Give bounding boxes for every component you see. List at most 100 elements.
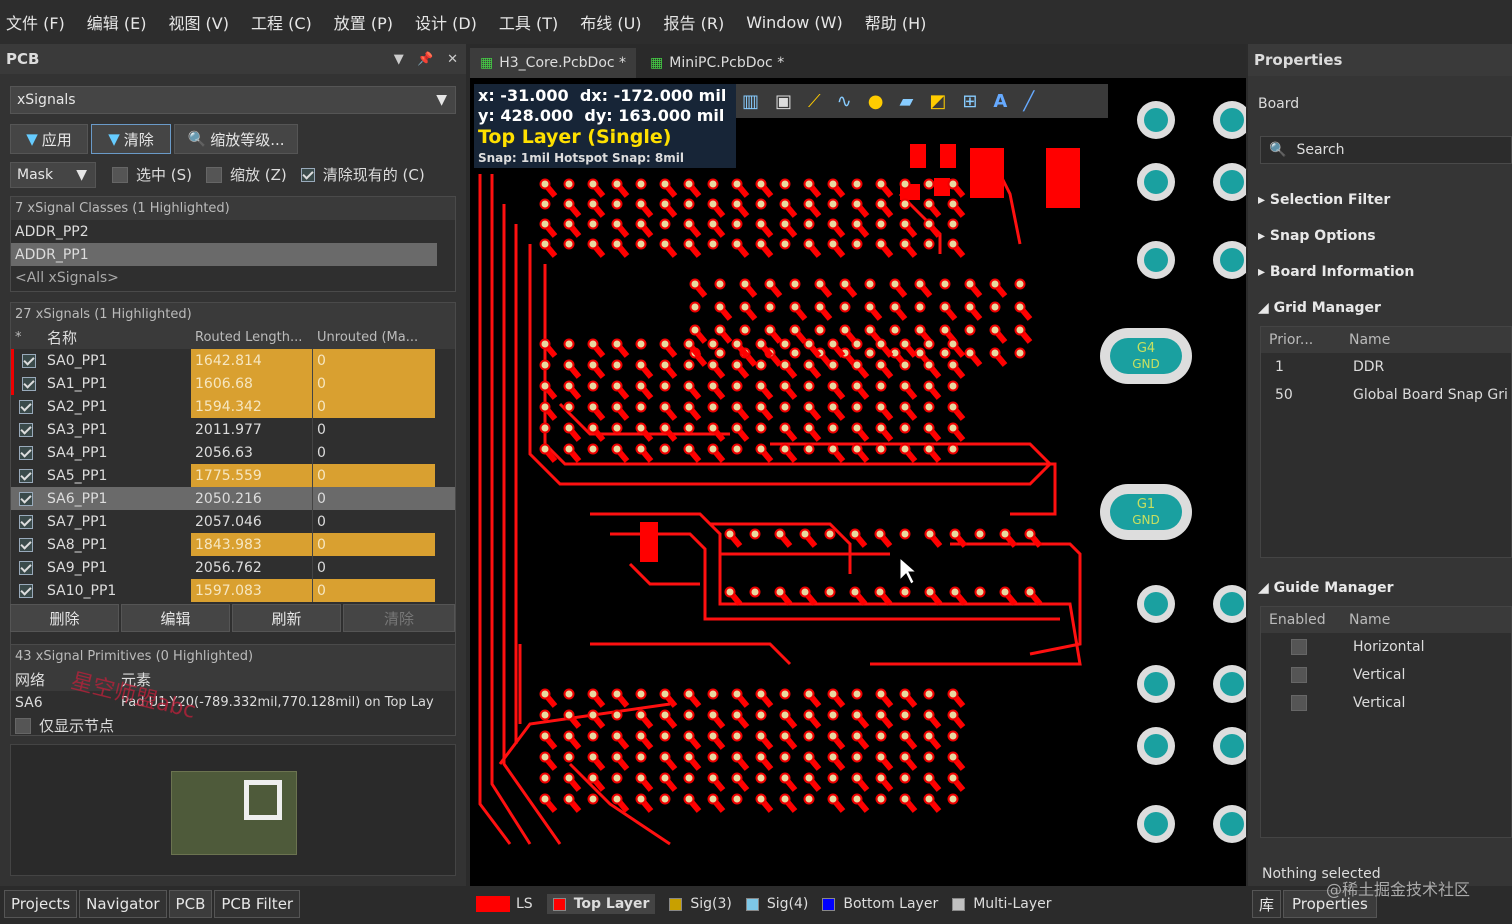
signal-row[interactable]: SA2_PP1 1594.342 0 <box>11 395 455 418</box>
selection-filter-section[interactable]: ▸ Selection Filter <box>1248 182 1390 218</box>
route-icon[interactable]: ⟋ <box>808 91 821 112</box>
menu-tools[interactable]: 工具 (T) <box>499 10 558 34</box>
signal-visible-checkbox[interactable] <box>22 353 36 368</box>
snap-options-section[interactable]: ▸ Snap Options <box>1248 218 1376 254</box>
col-routed[interactable]: Routed Length... <box>191 326 313 349</box>
class-item-selected[interactable]: ADDR_PP1 <box>11 243 437 266</box>
fill-icon[interactable]: ▰ <box>899 91 913 112</box>
col-name[interactable]: 名称 <box>43 326 191 349</box>
menu-view[interactable]: 视图 (V) <box>168 10 229 34</box>
tab-projects[interactable]: Projects <box>4 890 78 918</box>
signal-visible-checkbox[interactable] <box>19 491 33 506</box>
line-draw-icon[interactable]: ╱ <box>1023 91 1034 112</box>
signal-row[interactable]: SA4_PP1 2056.63 0 <box>11 441 455 464</box>
guide-enabled-checkbox[interactable] <box>1291 667 1307 683</box>
signal-row[interactable]: SA6_PP1 2050.216 0 <box>11 487 455 510</box>
guide-enabled-checkbox[interactable] <box>1291 639 1307 655</box>
signal-visible-checkbox[interactable] <box>19 468 33 483</box>
layer-tab-sig3[interactable]: Sig(3) <box>669 896 732 912</box>
dimension-icon[interactable]: ⊞ <box>962 91 977 112</box>
class-item[interactable]: ADDR_PP2 <box>11 220 455 243</box>
menu-design[interactable]: 设计 (D) <box>415 10 477 34</box>
clear-existing-checkbox[interactable] <box>300 167 315 182</box>
grid-col-name[interactable]: Name <box>1341 327 1501 353</box>
signal-row[interactable]: SA9_PP1 2056.762 0 <box>11 556 455 579</box>
tab-pcb[interactable]: PCB <box>168 890 213 918</box>
show-nodes-checkbox[interactable] <box>15 717 31 734</box>
dropdown-icon[interactable]: ▼ <box>394 52 404 67</box>
signal-visible-checkbox[interactable] <box>19 445 33 460</box>
edit-button[interactable]: 编辑 <box>121 604 230 632</box>
ls-button[interactable]: LS <box>516 896 533 912</box>
layer-tab-multi[interactable]: Multi-Layer <box>952 896 1052 912</box>
diff-pair-icon[interactable]: ∿ <box>837 91 852 112</box>
menu-reports[interactable]: 报告 (R) <box>664 10 725 34</box>
tab-navigator[interactable]: Navigator <box>79 890 167 918</box>
line-icon[interactable]: ◩ <box>929 91 946 112</box>
tab-minipc[interactable]: ▦ MiniPC.PcbDoc * <box>640 48 794 78</box>
refresh-button[interactable]: 刷新 <box>232 604 341 632</box>
signal-visible-checkbox[interactable] <box>19 514 33 529</box>
pcb-canvas[interactable]: G4 GND G1 GND <box>470 44 1246 886</box>
guide-enabled-checkbox[interactable] <box>1291 695 1307 711</box>
clear2-button[interactable]: 清除 <box>343 604 455 632</box>
clear-button[interactable]: ▼ 清除 <box>91 124 171 154</box>
pcb-drawing[interactable]: G4GNDG1GND <box>470 44 1246 886</box>
signal-row[interactable]: SA0_PP1 1642.814 0 <box>11 349 455 372</box>
current-layer-swatch[interactable] <box>476 896 510 912</box>
grid-col-prior[interactable]: Prior... <box>1261 327 1341 353</box>
class-item[interactable]: <All xSignals> <box>11 266 455 289</box>
menu-place[interactable]: 放置 (P) <box>334 10 393 34</box>
text-icon[interactable]: A <box>993 91 1007 112</box>
guide-col-enabled[interactable]: Enabled <box>1261 607 1341 633</box>
signal-visible-checkbox[interactable] <box>19 422 33 437</box>
signal-visible-checkbox[interactable] <box>22 376 36 391</box>
board-preview[interactable] <box>10 744 456 876</box>
close-icon[interactable]: ✕ <box>447 52 458 67</box>
col-unrouted[interactable]: Unrouted (Ma... <box>313 326 435 349</box>
layer-tab-sig4[interactable]: Sig(4) <box>745 896 808 912</box>
menu-edit[interactable]: 编辑 (E) <box>87 10 147 34</box>
search-input[interactable]: 🔍 Search <box>1260 136 1512 164</box>
guide-row[interactable]: Vertical <box>1261 689 1511 717</box>
layer-tab-top[interactable]: Top Layer <box>546 894 656 914</box>
select-checkbox[interactable] <box>112 166 128 183</box>
signal-visible-checkbox[interactable] <box>19 583 33 598</box>
tab-library[interactable]: 库 <box>1252 890 1282 918</box>
signal-visible-checkbox[interactable] <box>19 537 33 552</box>
signal-row[interactable]: SA3_PP1 2011.977 0 <box>11 418 455 441</box>
signal-row[interactable]: SA8_PP1 1843.983 0 <box>11 533 455 556</box>
signal-row[interactable]: SA5_PP1 1775.559 0 <box>11 464 455 487</box>
menu-route[interactable]: 布线 (U) <box>580 10 641 34</box>
signal-visible-checkbox[interactable] <box>19 399 33 414</box>
menu-file[interactable]: 文件 (F) <box>6 10 65 34</box>
pin-icon[interactable]: 📌 <box>417 52 433 67</box>
grid-manager-section[interactable]: ◢ Grid Manager <box>1248 290 1381 326</box>
via-icon[interactable]: ● <box>868 91 884 112</box>
guide-row[interactable]: Horizontal <box>1261 633 1511 661</box>
signal-visible-checkbox[interactable] <box>19 560 33 575</box>
zoom-level-button[interactable]: 🔍 缩放等级... <box>174 124 298 154</box>
chart-icon[interactable]: ▥ <box>742 91 759 112</box>
mask-select[interactable]: Mask ▼ <box>10 162 96 188</box>
zoom-checkbox[interactable] <box>206 166 222 183</box>
signal-row[interactable]: SA1_PP1 1606.68 0 <box>11 372 455 395</box>
grid-row[interactable]: 1 DDR <box>1261 353 1511 381</box>
guide-manager-section[interactable]: ◢ Guide Manager <box>1248 570 1394 606</box>
menu-project[interactable]: 工程 (C) <box>251 10 312 34</box>
tab-h3-core[interactable]: ▦ H3_Core.PcbDoc * <box>470 48 637 78</box>
board-information-section[interactable]: ▸ Board Information <box>1248 254 1414 290</box>
col-star[interactable]: * <box>11 326 43 349</box>
type-select[interactable]: xSignals ▼ <box>10 86 456 114</box>
tab-pcb-filter[interactable]: PCB Filter <box>214 890 301 918</box>
signal-row[interactable]: SA7_PP1 2057.046 0 <box>11 510 455 533</box>
select-rect-icon[interactable]: ▣ <box>775 91 792 112</box>
delete-button[interactable]: 删除 <box>10 604 119 632</box>
menu-help[interactable]: 帮助 (H) <box>865 10 927 34</box>
guide-col-name[interactable]: Name <box>1341 607 1501 633</box>
signal-row[interactable]: SA10_PP1 1597.083 0 <box>11 579 455 602</box>
guide-row[interactable]: Vertical <box>1261 661 1511 689</box>
grid-row[interactable]: 50 Global Board Snap Gri <box>1261 381 1511 409</box>
menu-window[interactable]: Window (W) <box>746 13 842 32</box>
apply-button[interactable]: ▼ 应用 <box>10 124 88 154</box>
